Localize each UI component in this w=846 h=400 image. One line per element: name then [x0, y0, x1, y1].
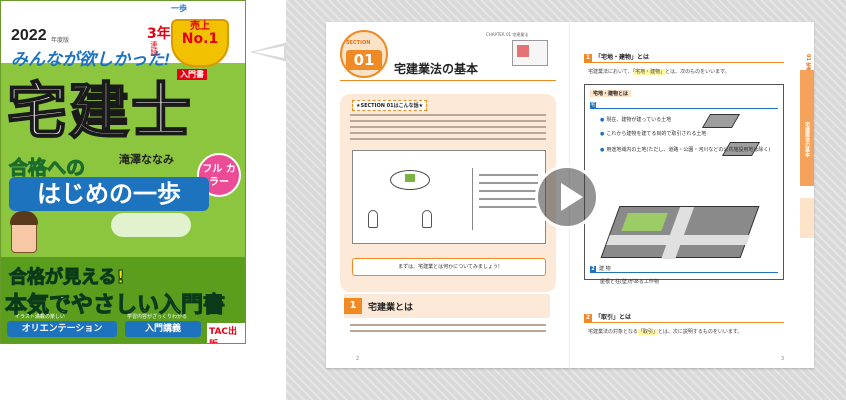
- intro-text-lines: [350, 114, 546, 144]
- badge-streak-sub: 連続: [150, 41, 158, 55]
- right-heading-2-num: 2: [584, 314, 592, 322]
- bubble-tail: [250, 42, 288, 62]
- subheading-text: 宅建業とは: [368, 303, 414, 313]
- diagram-row-3: 用途地域内の土地(ただし、道路・公園・河川などの公共施設用地は除く): [600, 146, 770, 153]
- page-number: 3: [780, 356, 784, 362]
- side-stripe-lower: [800, 198, 814, 238]
- diagram-section-2-num: 2: [590, 266, 596, 273]
- cover-title: 宅建士: [6, 78, 193, 146]
- pill-left: オリエンテーション: [7, 321, 117, 337]
- desc-prefix: 宅建業法において、: [588, 69, 633, 75]
- heading-underline: [584, 62, 784, 63]
- pill-left-note: イラスト満載の楽しい: [15, 314, 65, 320]
- heading-divider: [340, 80, 556, 81]
- desc2-highlight: 「取引」: [637, 329, 658, 335]
- play-button-icon[interactable]: [535, 165, 599, 229]
- land-illustration-icon: [390, 170, 430, 190]
- desc2-prefix: 宅建業法の対象となる: [588, 329, 638, 335]
- diagram-section-bar: [590, 102, 778, 109]
- diagram-section-2: 2建 物: [590, 266, 778, 273]
- diagram-section-2-text: 建 物: [599, 266, 611, 272]
- section-number: 01: [346, 50, 382, 70]
- diagram-section-tag: 宅: [590, 102, 596, 109]
- diagram-note: [472, 168, 542, 230]
- intro-tag: ★SECTION 01はこんな話★: [352, 100, 428, 111]
- right-heading-1-text: 「宅地・建物」とは: [595, 54, 650, 61]
- publisher-logo: TAC出版: [207, 323, 245, 343]
- cover-year: 2022: [11, 27, 47, 44]
- cover-brand-mark: 一歩: [171, 4, 187, 13]
- intro-caption: まずは、宅建業とは何かについてみましょう!: [352, 258, 546, 276]
- diagram-row-1: 現在、建物が建っている土地: [600, 116, 671, 123]
- cover-tagline: みんなが欲しかった!: [11, 50, 170, 69]
- cover-subtitle-1: 合格への: [8, 158, 86, 180]
- house-illustration-icon: [512, 40, 548, 66]
- desc-suffix: とは、次のものをいいます。: [665, 69, 730, 75]
- diagram-tag: 宅地・建物とは: [590, 90, 632, 97]
- cover-year-sub: 年度版: [51, 37, 70, 44]
- side-stripe-text: 宅建業法の基本: [804, 122, 810, 157]
- chapter-label: CHAPTER 01 宅建業法: [486, 32, 529, 37]
- diagram-row-2: これから建物を建てる目的で取引される土地: [600, 130, 706, 137]
- sample-page-left: SECTION 01 CHAPTER 01 宅建業法 宅建業法の基本 ★SECT…: [326, 22, 570, 368]
- pill-right: 入門講義: [125, 321, 201, 337]
- right-description-2: 宅建業法の対象となる「取引」とは、次に説明するものをいいます。: [588, 328, 742, 335]
- page-number: 2: [356, 356, 360, 362]
- cover-author: 滝澤ななみ: [119, 153, 174, 166]
- diagram-row-4: 屋根と柱(壁)がある工作物: [600, 279, 659, 285]
- badge-streak: 3年: [147, 26, 171, 42]
- zoning-map-illustration: [600, 206, 760, 259]
- character-illustration-icon: [10, 211, 38, 253]
- crown-icon: 売上 No.1: [171, 19, 229, 67]
- sales-badge: 3年 連続 売上 No.1 入門書: [147, 19, 237, 80]
- right-heading-2-text: 「取引」とは: [595, 314, 632, 321]
- right-heading-1-num: 1: [584, 54, 592, 62]
- person-icon: [368, 210, 378, 228]
- subheading-number: 1: [344, 298, 362, 314]
- cloud-decoration: [111, 213, 191, 237]
- right-heading-2: 2 「取引」とは: [584, 312, 631, 322]
- cover-band-headline: 合格が見える!: [9, 267, 126, 289]
- heading-underline: [584, 322, 784, 323]
- body-text-lines: [350, 324, 546, 336]
- desc2-suffix: とは、次に説明するものをいいます。: [657, 329, 743, 335]
- right-heading-1: 1 「宅地・建物」とは: [584, 52, 649, 62]
- section-heading: 宅建業法の基本: [394, 62, 479, 76]
- desc-highlight: 「宅地・建物」: [632, 69, 666, 75]
- section-label: SECTION: [346, 40, 371, 46]
- sample-page-right: 01 宅建業法 宅建業法の基本 1 「宅地・建物」とは 宅建業法において、「宅地・…: [570, 22, 814, 368]
- right-description: 宅建業法において、「宅地・建物」とは、次のものをいいます。: [588, 68, 730, 75]
- badge-no1: No.1: [181, 31, 219, 47]
- book-cover[interactable]: 一歩 2022 年度版 みんなが欲しかった! 3年 連続 売上 No.1 入門書…: [0, 0, 246, 344]
- stage: 一歩 2022 年度版 みんなが欲しかった! 3年 連続 売上 No.1 入門書…: [0, 0, 846, 400]
- person-icon: [422, 210, 432, 228]
- cover-subtitle-2: はじめの一歩: [9, 177, 209, 211]
- pill-right-note: 学習内容がざっくりわかる: [127, 314, 188, 320]
